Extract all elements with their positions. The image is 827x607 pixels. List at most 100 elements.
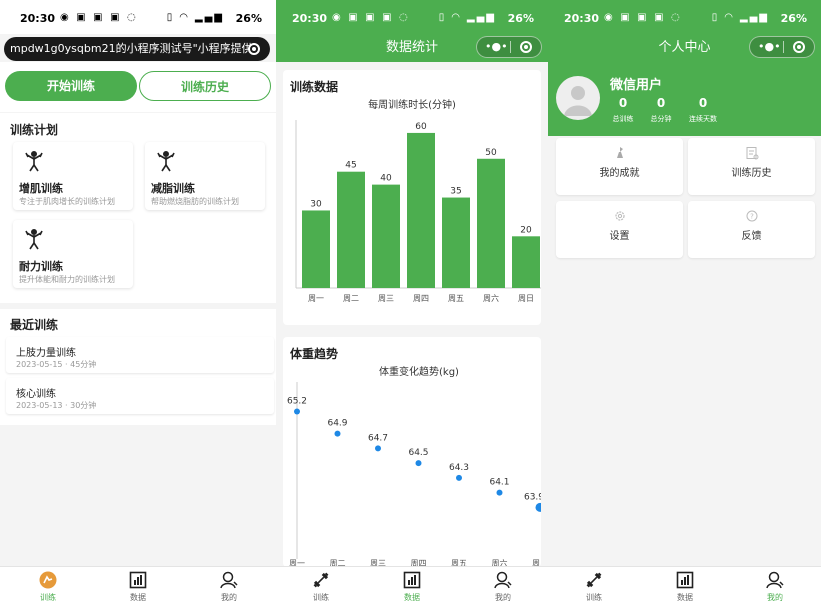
profile-header: 微信用户 0 总训练 0 总分钟 0 连续天数: [548, 62, 821, 136]
weekly-duration-chart: 每周训练时长(分钟) 30 周一 45 周二 40 周三 60 周四 35 周五 50 周六 20 周日: [295, 98, 541, 303]
bar: [512, 236, 540, 288]
recent-item[interactable]: 上肢力量训练 2023-05-15 · 45分钟: [6, 337, 274, 373]
status-time: 20:30: [20, 12, 56, 25]
point-value-label: 64.3: [449, 463, 469, 473]
tab-train[interactable]: 训练: [301, 571, 341, 603]
history-icon: [746, 147, 758, 160]
bottom-tab-bar: 训练 数据 我的: [276, 566, 548, 607]
stat-total-minutes: 0 总分钟: [637, 96, 685, 124]
stat-value: 0: [698, 96, 708, 110]
training-plan-title: 训练计划: [10, 123, 59, 137]
user-icon: [766, 571, 784, 589]
user-icon: [494, 571, 512, 589]
recent-item[interactable]: 核心训练 2023-05-13 · 30分钟: [6, 378, 274, 414]
tab-data[interactable]: 数据: [392, 571, 432, 603]
training-plan-section: 训练计划 增肌训练 专注于肌肉增长的训练计划 减脂训练 帮助燃烧脂肪的训练计划 …: [0, 113, 276, 303]
miniprogram-title-bar: mpdw1g0ysqbm21的小程序测试号"小程序提供: [4, 37, 270, 61]
stat-value: 0: [656, 96, 666, 110]
tab-mine[interactable]: 我的: [755, 571, 795, 603]
more-icon[interactable]: •●•: [485, 37, 508, 57]
plan-card-muscle[interactable]: 增肌训练 专注于肌肉增长的训练计划: [13, 142, 133, 210]
tab-train-label: 训练: [313, 593, 329, 602]
point-value-label: 64.7: [368, 433, 388, 443]
weight-trend-card: 体重趋势 体重变化趋势(kg) 65.2 周一 64.9 周二 64.7 周三 64.5 周四…: [283, 337, 541, 567]
x-tick-label: 周一: [308, 294, 324, 303]
tab-data-label: 数据: [404, 593, 420, 602]
scatter-chart-title: 体重变化趋势(kg): [379, 365, 459, 378]
bottom-tab-bar: 训练 数据 我的: [0, 566, 276, 607]
recent-item-name: 上肢力量训练: [16, 348, 76, 359]
menu-label: 训练历史: [731, 168, 772, 179]
plan-card-fatloss[interactable]: 减脂训练 帮助燃烧脂肪的训练计划: [145, 142, 265, 210]
tab-train-label: 训练: [40, 593, 56, 602]
tab-mine-label: 我的: [767, 593, 783, 602]
tab-train[interactable]: 训练: [574, 571, 614, 603]
status-signal-icons: ▯ ◠ ▂▄▆: [438, 12, 496, 23]
phone-training: 20:30 ◉ ▣ ▣ ▣ ◌ ▯ ◠ ▂▄▆ 26% mpdw1g0ysqbm…: [0, 0, 276, 607]
page-title: 个人中心: [658, 40, 711, 55]
bottom-tab-bar: 训练 数据 我的: [548, 566, 821, 607]
more-icon[interactable]: •●•: [758, 37, 781, 57]
plan-name: 耐力训练: [19, 260, 63, 273]
status-time: 20:30: [292, 12, 328, 25]
chart-icon: [129, 571, 147, 589]
plan-desc: 提升体能和耐力的训练计划: [19, 275, 115, 284]
menu-feedback[interactable]: ? 反馈: [688, 201, 815, 258]
dumbbell-icon: [313, 572, 329, 588]
status-notification-icons: ◉ ▣ ▣ ▣ ◌: [60, 12, 138, 23]
menu-capsule[interactable]: •●•: [749, 36, 815, 58]
bar-value-label: 30: [310, 199, 322, 209]
data-point: [334, 430, 341, 437]
recent-item-name: 核心训练: [16, 389, 56, 400]
plan-desc: 专注于肌肉增长的训练计划: [19, 197, 115, 206]
status-bar: 20:30 ◉ ▣ ▣ ▣ ◌ ▯ ◠ ▂▄▆ 26%: [0, 0, 276, 34]
menu-training-history[interactable]: 训练历史: [688, 138, 815, 195]
tab-data[interactable]: 数据: [665, 571, 705, 603]
menu-capsule[interactable]: •●•: [476, 36, 542, 58]
tab-train[interactable]: 训练: [28, 571, 68, 603]
status-battery: 26%: [780, 12, 807, 25]
weight-trend-chart: 体重变化趋势(kg) 65.2周一64.9周二64.7周三64.5周四64.3周…: [287, 365, 541, 567]
tab-data[interactable]: 数据: [118, 571, 158, 603]
status-time: 20:30: [564, 12, 600, 25]
status-battery: 26%: [507, 12, 534, 25]
data-point: [496, 489, 503, 496]
tab-train-label: 训练: [586, 593, 602, 602]
status-battery: 26%: [235, 12, 262, 25]
tab-data-label: 数据: [677, 593, 693, 602]
x-tick-label: 周二: [343, 294, 359, 303]
menu-achievements[interactable]: 我的成就: [556, 138, 683, 195]
close-capsule-icon[interactable]: [793, 41, 805, 53]
plan-card-endurance[interactable]: 耐力训练 提升体能和耐力的训练计划: [13, 220, 133, 288]
plan-name: 增肌训练: [19, 182, 63, 195]
chart-icon: [676, 571, 694, 589]
status-bar: 20:30 ◉ ▣ ▣ ▣ ◌ ▯ ◠ ▂▄▆ 26%: [276, 0, 548, 34]
bar-chart-title: 每周训练时长(分钟): [368, 98, 456, 111]
recent-item-meta: 2023-05-15 · 45分钟: [16, 360, 97, 369]
miniprogram-title-text: mpdw1g0ysqbm21的小程序测试号"小程序提供: [10, 42, 253, 55]
training-history-tab[interactable]: 训练历史: [139, 71, 271, 101]
training-tab-switch: 开始训练 训练历史: [0, 62, 276, 112]
data-point: [375, 445, 381, 452]
header: 20:30 ◉ ▣ ▣ ▣ ◌ ▯ ◠ ▂▄▆ 26% 个人中心 •●•: [548, 0, 821, 62]
bar: [442, 197, 470, 288]
bar: [372, 184, 400, 288]
bar: [302, 210, 330, 288]
menu-label: 我的成就: [599, 168, 640, 179]
avatar[interactable]: [556, 76, 600, 120]
phone-statistics: 20:30 ◉ ▣ ▣ ▣ ◌ ▯ ◠ ▂▄▆ 26% 数据统计 •●• 训练 数…: [276, 0, 548, 607]
start-training-tab[interactable]: 开始训练: [5, 71, 137, 101]
close-capsule-icon[interactable]: [520, 41, 532, 53]
plan-desc: 帮助燃烧脂肪的训练计划: [151, 197, 239, 206]
phone-profile: 20:30 ◉ ▣ ▣ ▣ ◌ ▯ ◠ ▂▄▆ 26% 个人中心 •●• 微信用…: [548, 0, 821, 607]
close-capsule-icon[interactable]: [248, 43, 260, 55]
fitness-figure-icon: [25, 150, 43, 172]
point-value-label: 63.9: [524, 492, 541, 502]
tab-mine-label: 我的: [221, 593, 237, 602]
point-value-label: 64.5: [408, 448, 428, 458]
menu-settings[interactable]: 设置: [556, 201, 683, 258]
tab-mine[interactable]: 我的: [483, 571, 523, 603]
data-point: [415, 460, 422, 467]
point-value-label: 64.1: [489, 478, 509, 488]
tab-mine[interactable]: 我的: [209, 571, 249, 603]
